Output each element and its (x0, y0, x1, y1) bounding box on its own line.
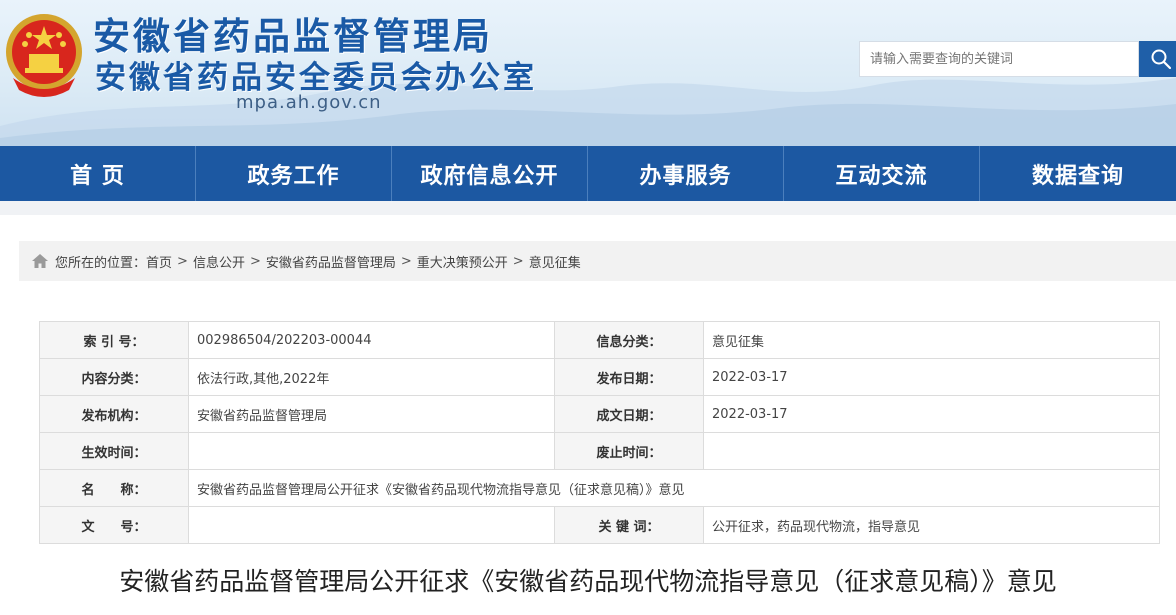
table-row: 索 引 号： 002986504/202203-00044 信息分类： 意见征集 (39, 321, 1160, 359)
breadcrumb-separator: > (512, 253, 524, 269)
breadcrumb-item-opinion[interactable]: 意见征集 (529, 252, 581, 271)
index-number-value: 002986504/202203-00044 (188, 321, 555, 359)
table-row: 文 号： 关 键 词： 公开征求，药品现代物流，指导意见 (39, 506, 1160, 544)
breadcrumb-separator: > (400, 253, 412, 269)
nav-item-home[interactable]: 首 页 (0, 146, 196, 201)
document-number-label: 文 号： (39, 506, 189, 544)
written-date-label: 成文日期： (554, 395, 704, 433)
document-number-value (188, 506, 555, 544)
breadcrumb-item-bureau[interactable]: 安徽省药品监督管理局 (266, 252, 396, 271)
expire-time-value (703, 432, 1160, 470)
nav-item-interaction[interactable]: 互动交流 (784, 146, 980, 201)
home-icon (32, 254, 48, 268)
national-emblem-icon (6, 14, 82, 97)
publisher-value: 安徽省药品监督管理局 (188, 395, 555, 433)
keywords-label: 关 键 词： (554, 506, 704, 544)
content-category-value: 依法行政,其他,2022年 (188, 358, 555, 396)
table-row: 发布机构： 安徽省药品监督管理局 成文日期： 2022-03-17 (39, 395, 1160, 433)
document-info-table: 索 引 号： 002986504/202203-00044 信息分类： 意见征集… (39, 321, 1160, 544)
nav-item-info-disclosure[interactable]: 政府信息公开 (392, 146, 588, 201)
site-title-sub: 安徽省药品安全委员会办公室 (95, 60, 537, 96)
site-header: 安徽省药品监督管理局 安徽省药品安全委员会办公室 mpa.ah.gov.cn (0, 0, 1176, 146)
document-name-value: 安徽省药品监督管理局公开征求《安徽省药品现代物流指导意见（征求意见稿）》意见 (188, 469, 1160, 507)
nav-bottom-strip (0, 201, 1176, 215)
table-row: 内容分类： 依法行政,其他,2022年 发布日期： 2022-03-17 (39, 358, 1160, 396)
site-domain: mpa.ah.gov.cn (236, 92, 382, 113)
expire-time-label: 废止时间： (554, 432, 704, 470)
main-nav: 首 页 政务工作 政府信息公开 办事服务 互动交流 数据查询 (0, 146, 1176, 201)
publish-date-label: 发布日期： (554, 358, 704, 396)
keywords-value: 公开征求，药品现代物流，指导意见 (703, 506, 1160, 544)
breadcrumb-item-home[interactable]: 首页 (146, 252, 172, 271)
search-input[interactable] (859, 41, 1139, 77)
article-title: 安徽省药品监督管理局公开征求《安徽省药品现代物流指导意见（征求意见稿）》意见 (119, 567, 1057, 596)
table-row: 生效时间： 废止时间： (39, 432, 1160, 470)
breadcrumb-item-major-decisions[interactable]: 重大决策预公开 (417, 252, 508, 271)
nav-item-government-work[interactable]: 政务工作 (196, 146, 392, 201)
info-category-label: 信息分类： (554, 321, 704, 359)
nav-item-services[interactable]: 办事服务 (588, 146, 784, 201)
search-icon (1151, 49, 1171, 69)
publish-date-value: 2022-03-17 (703, 358, 1160, 396)
breadcrumb-separator: > (249, 253, 261, 269)
publisher-label: 发布机构： (39, 395, 189, 433)
info-category-value: 意见征集 (703, 321, 1160, 359)
table-row: 名 称： 安徽省药品监督管理局公开征求《安徽省药品现代物流指导意见（征求意见稿）… (39, 469, 1160, 507)
effective-time-label: 生效时间： (39, 432, 189, 470)
breadcrumb: 您所在的位置： 首页 > 信息公开 > 安徽省药品监督管理局 > 重大决策预公开… (19, 241, 1176, 281)
nav-item-data-query[interactable]: 数据查询 (980, 146, 1176, 201)
search-button[interactable] (1139, 41, 1176, 77)
breadcrumb-item-info[interactable]: 信息公开 (193, 252, 245, 271)
breadcrumb-separator: > (177, 253, 188, 269)
index-number-label: 索 引 号： (39, 321, 189, 359)
document-name-label: 名 称： (39, 469, 189, 507)
breadcrumb-prefix: 您所在的位置： (55, 255, 147, 271)
content-category-label: 内容分类： (39, 358, 189, 396)
written-date-value: 2022-03-17 (703, 395, 1160, 433)
effective-time-value (188, 432, 555, 470)
